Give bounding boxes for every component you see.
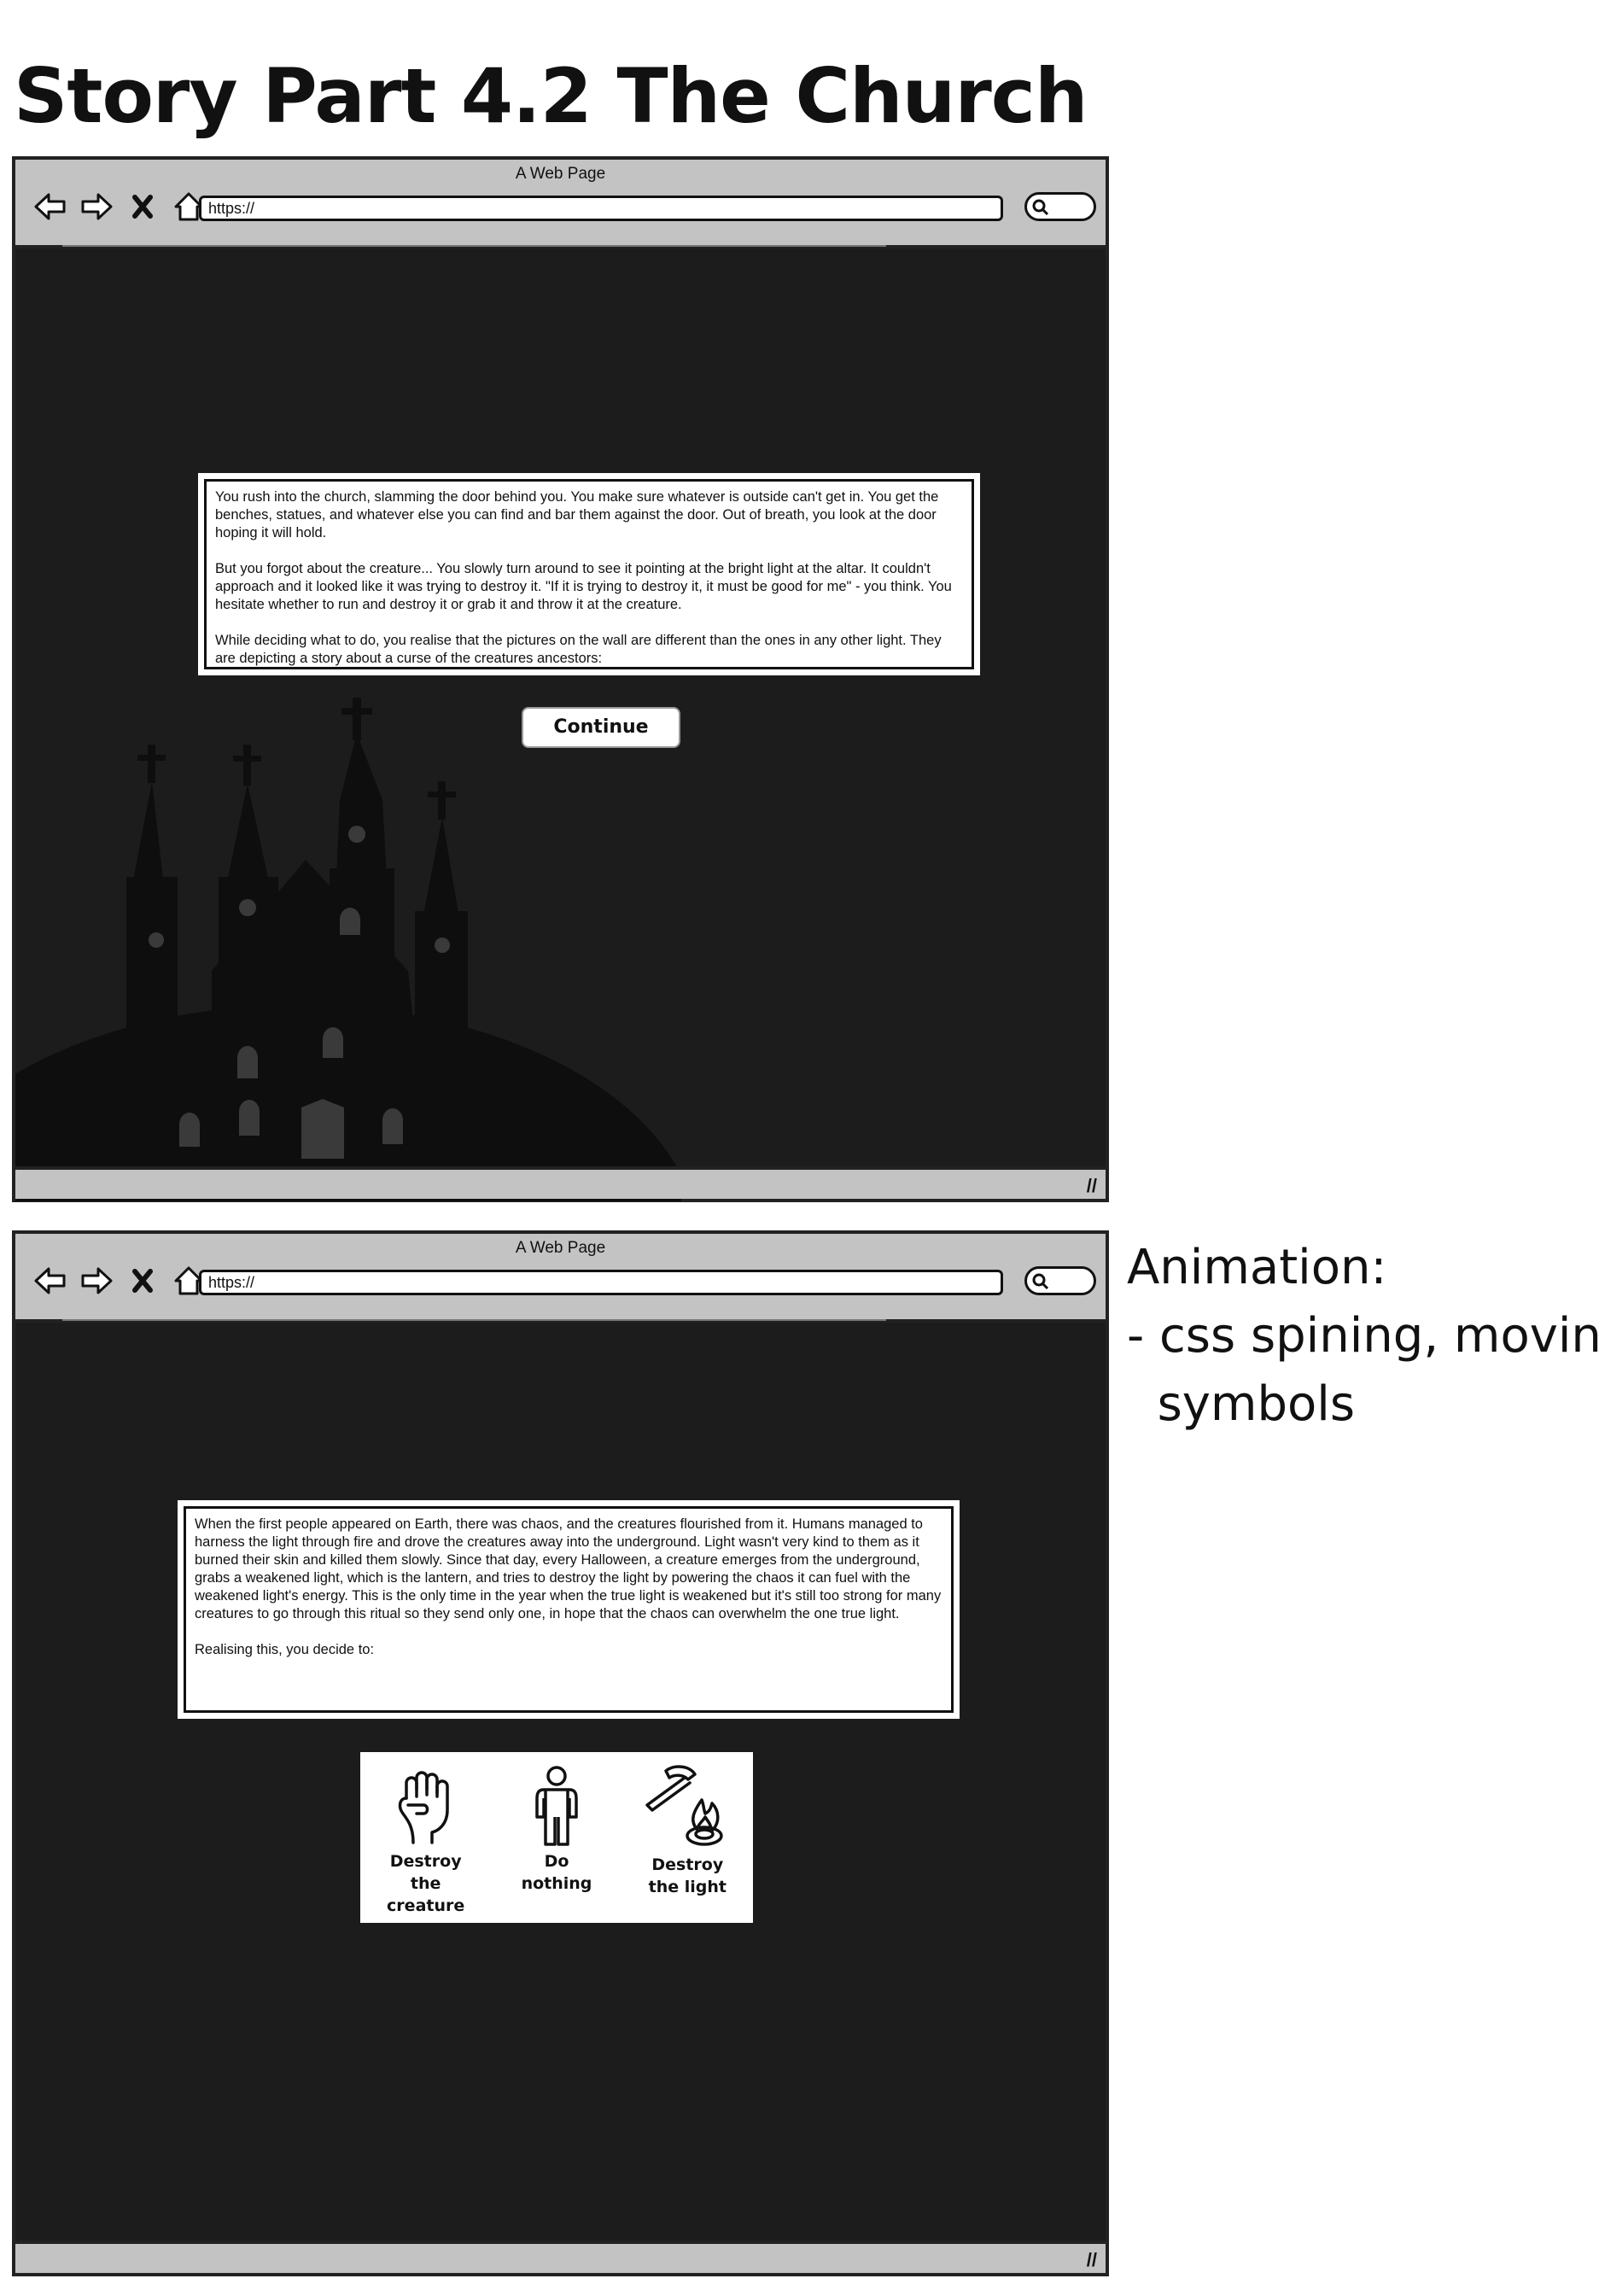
choice-panel: Destroy the creature Do nothing Destroy … <box>360 1752 753 1923</box>
choice-destroy-light[interactable]: Destroy the light <box>632 1764 743 1898</box>
choice-destroy-creature[interactable]: Destroy the creature <box>371 1764 481 1917</box>
person-icon <box>535 1766 578 1846</box>
continue-button[interactable]: Continue <box>522 707 680 748</box>
choice-do-nothing[interactable]: Do nothing <box>501 1764 612 1895</box>
story-paragraph: While deciding what to do, you realise t… <box>215 633 942 666</box>
close-icon[interactable] <box>123 187 162 226</box>
status-bar: // <box>15 1166 1106 1199</box>
browser-window-1: A Web Page https:// You rush into the ch… <box>12 156 1109 1202</box>
close-icon[interactable] <box>123 1261 162 1300</box>
fist-icon <box>398 1771 449 1844</box>
status-bar: // <box>15 2240 1106 2273</box>
choice-label: Destroy <box>651 1855 724 1874</box>
choice-label: nothing <box>521 1874 592 1893</box>
divider <box>62 1319 886 1321</box>
browser-toolbar: A Web Page https:// <box>15 1234 1106 1323</box>
forward-icon[interactable] <box>77 1261 116 1300</box>
story-text-panel: When the first people appeared on Earth,… <box>178 1500 960 1719</box>
search-icon <box>1032 199 1049 216</box>
story-paragraph: But you forgot about the creature... You… <box>215 561 952 612</box>
window-title: A Web Page <box>515 1239 606 1257</box>
resize-grip-icon[interactable]: // <box>1087 1175 1097 1197</box>
window-title: A Web Page <box>515 165 606 183</box>
browser-toolbar: A Web Page https:// <box>15 160 1106 248</box>
back-icon[interactable] <box>31 187 70 226</box>
forward-icon[interactable] <box>77 187 116 226</box>
story-text-panel: You rush into the church, slamming the d… <box>198 473 980 675</box>
divider <box>62 245 886 247</box>
url-input[interactable]: https:// <box>199 1270 1003 1295</box>
story-paragraph: Realising this, you decide to: <box>195 1642 375 1657</box>
choice-label: Destroy <box>389 1852 462 1871</box>
search-icon <box>1032 1273 1049 1290</box>
choice-label: the creature <box>387 1874 465 1915</box>
search-button[interactable] <box>1024 1266 1096 1295</box>
browser-window-2: A Web Page https:// When the first peopl… <box>12 1230 1109 2276</box>
story-paragraph: You rush into the church, slamming the d… <box>215 489 939 540</box>
note-line: - css spining, moving <box>1127 1308 1599 1364</box>
church-silhouette <box>15 698 681 1201</box>
page-title: Story Part 4.2 The Church <box>14 52 1088 140</box>
url-input[interactable]: https:// <box>199 196 1003 221</box>
animation-note: Animation: - css spining, moving symbols <box>1127 1234 1599 1439</box>
choice-label: the light <box>648 1878 727 1896</box>
story-paragraph: When the first people appeared on Earth,… <box>195 1516 942 1621</box>
back-icon[interactable] <box>31 1261 70 1300</box>
search-button[interactable] <box>1024 192 1096 221</box>
nav-buttons <box>31 187 208 226</box>
note-line: symbols <box>1127 1376 1356 1432</box>
choice-label: Do <box>544 1852 569 1871</box>
hammer-fire-icon <box>645 1765 724 1846</box>
nav-buttons <box>31 1261 208 1300</box>
note-line: Animation: <box>1127 1240 1387 1295</box>
resize-grip-icon[interactable]: // <box>1087 2249 1097 2271</box>
